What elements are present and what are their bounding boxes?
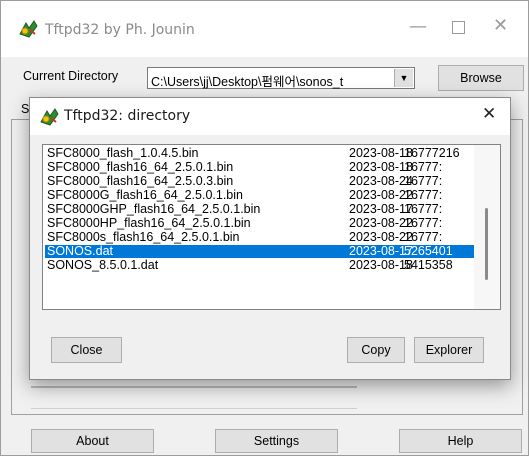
file-name: SFC8000s_flash16_64_2.5.0.1.bin xyxy=(47,231,240,244)
file-name: SONOS_8.5.0.1.dat xyxy=(47,259,159,272)
dialog-title: Tftpd32: directory xyxy=(64,108,191,124)
file-size: 5415358 xyxy=(404,259,453,272)
file-size: 16777: xyxy=(404,217,443,230)
app-icon xyxy=(19,20,38,38)
file-size: 16777: xyxy=(404,175,443,188)
close-button[interactable]: Close xyxy=(51,337,122,363)
list-item[interactable]: SFC8000_flash16_64_2.5.0.1.bin 2023-08-18… xyxy=(45,161,474,174)
main-title-bar[interactable]: Tftpd32 by Ph. Jounin — ✕ xyxy=(1,1,528,57)
list-item[interactable]: SFC8000GHP_flash16_64_2.5.0.1.bin 2023-08… xyxy=(45,203,474,216)
current-directory-combo[interactable]: C:\Users\jj\Desktop\펌웨어\sonos_t ▼ xyxy=(147,67,415,89)
file-size: 16777: xyxy=(404,189,443,202)
current-directory-value: C:\Users\jj\Desktop\펌웨어\sonos_t xyxy=(151,75,344,89)
file-name: SFC8000_flash16_64_2.5.0.3.bin xyxy=(47,175,234,188)
help-button[interactable]: Help xyxy=(399,429,522,453)
dropdown-arrow-icon[interactable]: ▼ xyxy=(394,69,413,87)
file-name: SFC8000HP_flash16_64_2.5.0.1.bin xyxy=(47,217,251,230)
list-item[interactable]: SFC8000HP_flash16_64_2.5.0.1.bin 2023-08-… xyxy=(45,217,474,230)
file-list[interactable]: SFC8000_flash_1.0.4.5.bin 2023-08-18 16777… xyxy=(42,144,501,310)
explorer-button[interactable]: Explorer xyxy=(414,337,484,363)
app-icon xyxy=(40,108,59,126)
list-item[interactable]: SFC8000G_flash16_64_2.5.0.1.bin 2023-08-2… xyxy=(45,189,474,202)
file-size: 16777: xyxy=(404,231,443,244)
minimize-icon[interactable]: — xyxy=(409,16,427,37)
about-button[interactable]: About xyxy=(31,429,154,453)
settings-button[interactable]: Settings xyxy=(215,429,338,453)
file-size: 16777: xyxy=(404,203,443,216)
copy-button[interactable]: Copy xyxy=(347,337,405,363)
list-item[interactable]: SONOS_8.5.0.1.dat 2023-08-18 5415358 xyxy=(45,259,474,272)
current-directory-label: Current Directory xyxy=(23,69,119,83)
file-name: SFC8000G_flash16_64_2.5.0.1.bin xyxy=(47,189,243,202)
file-size: 5265401 xyxy=(404,245,453,258)
list-item[interactable]: SFC8000_flash_1.0.4.5.bin 2023-08-18 16777… xyxy=(45,147,474,160)
scrollbar[interactable] xyxy=(474,145,500,309)
file-name: SFC8000_flash_1.0.4.5.bin xyxy=(47,147,199,160)
list-item[interactable]: SFC8000s_flash16_64_2.5.0.1.bin 2023-08-2… xyxy=(45,231,474,244)
dialog-title-bar[interactable]: Tftpd32: directory ✕ xyxy=(30,98,510,135)
file-size: 16777: xyxy=(404,161,443,174)
browse-button[interactable]: Browse xyxy=(438,65,524,91)
close-icon[interactable]: ✕ xyxy=(493,15,508,36)
file-name: SONOS.dat xyxy=(47,245,113,258)
file-name: SFC8000GHP_flash16_64_2.5.0.1.bin xyxy=(47,203,261,216)
list-item[interactable]: SONOS.dat 2023-08-17 5265401 xyxy=(45,245,474,258)
file-name: SFC8000_flash16_64_2.5.0.1.bin xyxy=(47,161,234,174)
directory-dialog: Tftpd32: directory ✕ SFC8000_flash_1.0.4… xyxy=(29,97,511,380)
close-icon[interactable]: ✕ xyxy=(482,104,496,124)
panel-divider xyxy=(31,408,357,409)
file-size: 16777216 xyxy=(404,147,460,160)
maximize-icon[interactable] xyxy=(452,21,465,34)
main-window-title: Tftpd32 by Ph. Jounin xyxy=(45,22,195,38)
list-item[interactable]: SFC8000_flash16_64_2.5.0.3.bin 2023-08-24… xyxy=(45,175,474,188)
scroll-thumb[interactable] xyxy=(485,208,488,280)
panel-divider xyxy=(31,386,357,388)
